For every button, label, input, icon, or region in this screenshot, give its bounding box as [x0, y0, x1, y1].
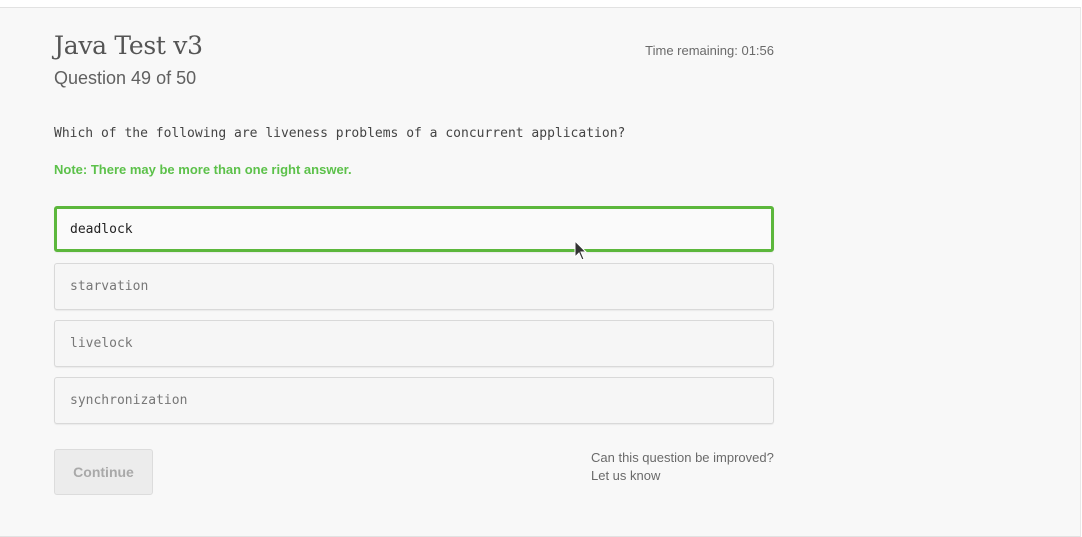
improve-question-text: Can this question be improved? [591, 450, 774, 465]
let-us-know-link[interactable]: Let us know [591, 467, 774, 485]
mouse-pointer-icon [574, 240, 588, 261]
answer-option-starvation[interactable]: starvation [54, 263, 774, 310]
time-remaining: Time remaining: 01:56 [645, 43, 774, 58]
answer-option-label: synchronization [70, 393, 188, 408]
answer-option-livelock[interactable]: livelock [54, 320, 774, 367]
answer-option-synchronization[interactable]: synchronization [54, 377, 774, 424]
multiple-answer-note: Note: There may be more than one right a… [54, 162, 352, 177]
question-progress: Question 49 of 50 [54, 68, 197, 88]
answer-option-label: deadlock [70, 221, 133, 237]
answer-option-deadlock[interactable]: deadlock [54, 206, 774, 252]
quiz-title: Java Test v3 [54, 31, 203, 60]
feedback-section: Can this question be improved? Let us kn… [591, 449, 774, 485]
answer-option-label: starvation [70, 279, 149, 294]
answer-options: deadlock starvation livelock synchroniza… [54, 206, 774, 434]
question-text: Which of the following are liveness prob… [54, 126, 626, 141]
answer-option-label: livelock [70, 336, 133, 351]
continue-button[interactable]: Continue [54, 449, 153, 495]
